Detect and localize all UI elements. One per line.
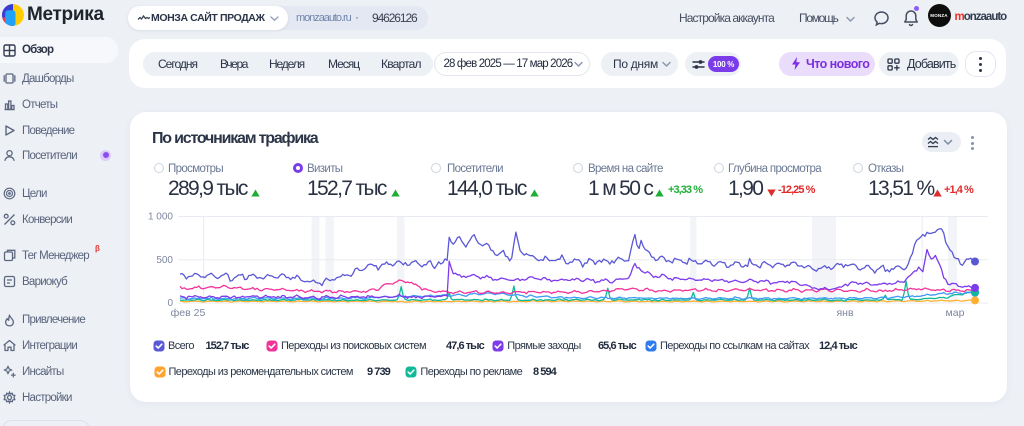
svg-text:500: 500 [156, 255, 173, 266]
svg-text:янв: янв [836, 307, 853, 319]
svg-text:фев 25: фев 25 [171, 307, 206, 319]
svg-text:мар: мар [946, 307, 965, 319]
svg-text:1 000: 1 000 [148, 212, 173, 223]
